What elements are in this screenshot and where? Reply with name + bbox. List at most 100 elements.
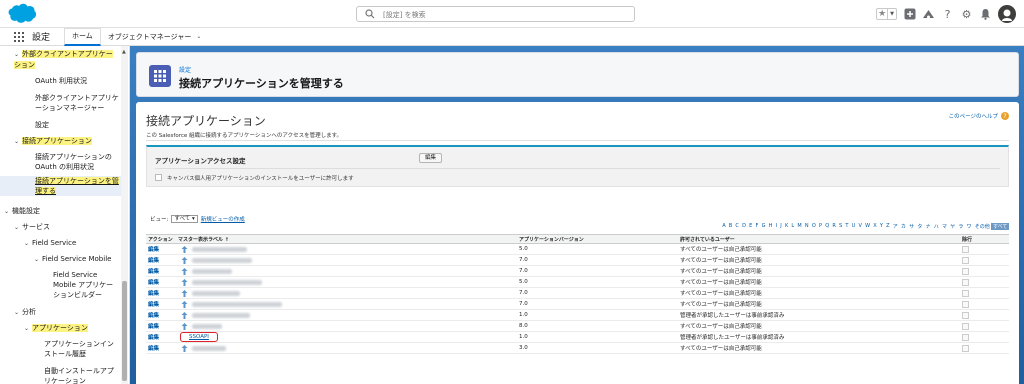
section-description: この Salesforce 組織に接続するアプリケーションへのアクセスを管理しま… [146,133,343,139]
permitted-users-cell: すべてのユーザーは自己承認可能 [678,298,960,310]
column-header-label[interactable]: マスター表示ラベル ↑ [176,234,517,244]
trailhead-icon[interactable] [922,8,935,21]
sidebar-item-field-service-mobile[interactable]: ⌄ Field Service Mobile [34,254,111,265]
edit-link[interactable]: 編集 [146,265,176,277]
sidebar-item-external-client-apps[interactable]: ⌄ 外部クライアントアプリケーション [14,49,119,70]
alpha-filter-letter[interactable]: その他 [973,223,991,230]
alpha-filter-letter[interactable]: M [796,223,804,230]
global-actions-icon[interactable] [903,8,916,21]
avatar[interactable] [998,5,1016,23]
tab-home[interactable]: ホーム [64,27,101,46]
edit-link[interactable]: 編集 [146,331,176,343]
sidebar-item-app-install-history[interactable]: アプリケーションインストール履歴 [44,339,118,359]
view-select[interactable]: すべて ▾ [171,215,198,223]
alpha-filter-letter[interactable]: サ [908,223,916,230]
alpha-filter-letter[interactable]: X [872,223,879,230]
column-header-exclude[interactable]: 除行 [960,234,1009,244]
app-label-cell [176,265,517,277]
new-view-link[interactable]: 新規ビューの作成 [201,215,245,223]
chevron-down-icon[interactable]: ⌄ [24,239,32,249]
sidebar-item-connected-apps[interactable]: ⌄ 接続アプリケーション [14,136,92,147]
chevron-down-icon[interactable]: ⌄ [14,223,22,233]
edit-button[interactable]: 編集 [419,153,443,163]
alpha-filter-letter[interactable]: R [831,223,838,230]
column-header-permitted-users[interactable]: 許可されているユーザー [678,234,960,244]
exclude-checkbox [962,333,969,341]
alpha-filter-letter[interactable]: ハ [932,223,940,230]
tab-object-manager[interactable]: オブジェクトマネージャー ⌄ [101,28,209,46]
alpha-filter-letter[interactable]: Z [885,223,892,230]
exclude-cell [960,243,1009,255]
chevron-down-icon[interactable]: ⌄ [196,33,201,40]
alpha-filter-letter[interactable]: H [767,223,774,230]
help-icon[interactable]: ? [941,8,954,21]
alpha-filter-letter[interactable]: N [803,223,810,230]
alpha-filter-letter[interactable]: V [857,223,864,230]
exclude-cell [960,331,1009,343]
sidebar-item-settings[interactable]: 設定 [35,120,49,130]
scrollbar-thumb[interactable] [122,281,127,381]
help-link[interactable]: このページのヘルプ? [949,112,1009,120]
sidebar-item-external-client-app-manager[interactable]: 外部クライアントアプリケーションマネージャー [35,93,120,113]
alpha-filter-letter[interactable]: W [863,223,871,230]
sidebar-item-feature-settings[interactable]: ⌄ 機能設定 [4,206,40,217]
alpha-filter-letter[interactable]: マ [940,223,948,230]
access-settings-title: アプリケーションアクセス設定 [155,157,246,165]
sidebar-item-service[interactable]: ⌄ サービス [14,222,50,233]
help-link-label: このページのヘルプ [948,114,998,120]
sidebar-item-connected-apps-oauth-usage[interactable]: 接続アプリケーションの OAuth の利用状況 [35,152,117,172]
scroll-up-icon[interactable]: ▲ [122,49,126,55]
app-launcher-icon[interactable] [14,31,24,42]
alpha-filter-letter[interactable]: ア [891,223,899,230]
edit-link[interactable]: 編集 [146,298,176,310]
edit-link[interactable]: 編集 [146,320,176,332]
sidebar-item-manage-connected-apps[interactable]: 接続アプリケーションを管理する [0,176,121,196]
chevron-down-icon[interactable]: ⌄ [24,324,32,334]
alpha-filter-letter[interactable]: O [810,223,817,230]
gear-icon[interactable]: ⚙ [960,8,973,21]
app-version-cell: 7.0 [517,298,678,310]
sidebar-item-oauth-usage[interactable]: OAuth 利用状況 [35,76,87,86]
edit-link[interactable]: 編集 [146,276,176,288]
edit-link[interactable]: 編集 [146,254,176,266]
alpha-filter-letter[interactable]: D [741,223,748,230]
edit-link[interactable]: 編集 [146,243,176,255]
alpha-filter-letter[interactable]: A [721,223,728,230]
edit-link[interactable]: 編集 [146,287,176,299]
alpha-filter-letter[interactable]: U [850,223,857,230]
bell-icon[interactable] [979,8,992,21]
sidebar-item-field-service-mobile-app-builder[interactable]: Field Service Mobile アプリケーションビルダー [53,270,119,300]
chevron-down-icon[interactable]: ⌄ [14,137,22,147]
table-row: 編集 7.0 すべてのユーザーは自己承認可能 [146,254,1009,266]
alpha-filter-letter[interactable]: カ [899,223,907,230]
sidebar-item-auto-installed-apps[interactable]: 自動インストールアプリケーション [44,366,120,384]
sidebar-item-analytics[interactable]: ⌄ 分析 [14,307,36,318]
sidebar-item-field-service[interactable]: ⌄ Field Service [24,238,76,249]
chevron-down-icon[interactable]: ⌄ [14,308,22,318]
edit-link[interactable]: 編集 [146,309,176,321]
chevron-down-icon[interactable]: ⌄ [4,207,12,217]
app-version-cell: 1.0 [517,331,678,343]
edit-link[interactable]: 編集 [146,342,176,354]
app-label-link[interactable]: SSOAPI [180,332,218,342]
alpha-filter-letter[interactable]: タ [916,223,924,230]
chevron-down-icon[interactable]: ▼ [887,9,896,19]
sidebar-item-applications[interactable]: ⌄ アプリケーション [24,323,88,334]
salesforce-logo[interactable] [7,3,37,24]
alpha-filter-letter[interactable]: ヤ [949,223,957,230]
alpha-filter-letter[interactable]: すべて [991,223,1009,230]
favorites-button[interactable]: ★ ▼ [876,8,897,20]
alpha-filter-letter[interactable]: Q [824,223,831,230]
alpha-filter-letter[interactable]: B [727,223,734,230]
search-input[interactable]: [設定] を検索 [356,6,635,22]
alpha-filter-letter[interactable]: ワ [965,223,973,230]
alpha-filter-letter[interactable]: ナ [924,223,932,230]
alpha-filter-letter[interactable]: G [760,223,767,230]
sidebar-scrollbar[interactable]: ▲ [121,46,128,384]
alpha-filter-letter[interactable]: C [734,223,741,230]
column-header-version[interactable]: アプリケーションバージョン [517,234,678,244]
chevron-down-icon[interactable]: ⌄ [14,50,22,60]
breadcrumb[interactable]: 設定 [179,65,191,74]
alpha-filter-letter[interactable]: ラ [957,223,965,230]
chevron-down-icon[interactable]: ⌄ [34,255,42,265]
